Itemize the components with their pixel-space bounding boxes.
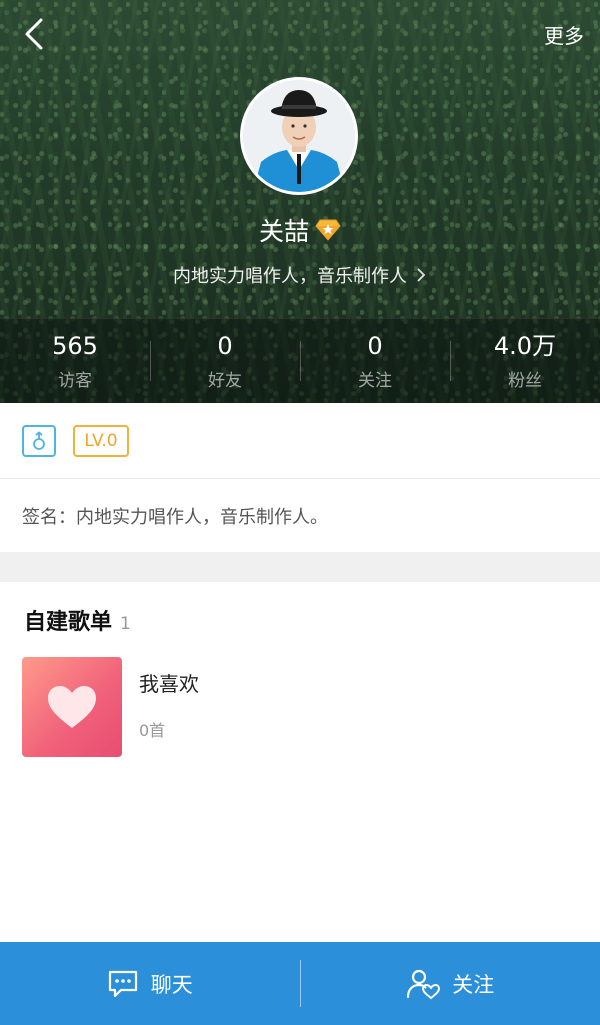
stat-label: 关注 (358, 371, 392, 391)
stats-bar: 565 访客 0 好友 0 关注 4.0万 粉丝 (0, 318, 600, 403)
profile-name: 关喆 (258, 217, 309, 246)
section-title: 自建歌单 (24, 610, 113, 635)
stat-value: 0 (217, 332, 233, 360)
male-gender-icon (33, 431, 45, 450)
stat-friends[interactable]: 0 好友 (150, 319, 300, 403)
playlist-info: 我喜欢 0首 (139, 657, 199, 757)
name-row: 关喆 (0, 212, 600, 248)
profile-header: 更多 关喆 内地实力唱作人，音乐制作人 565 访客 0 好友 0 关注 4.0… (0, 0, 600, 403)
level-badge: LV.0 (73, 425, 129, 457)
stat-visitors[interactable]: 565 访客 (0, 319, 150, 403)
chat-bubble-icon (108, 970, 137, 997)
follow-user-heart-icon (407, 969, 441, 999)
avatar[interactable] (240, 77, 358, 195)
chat-label: 聊天 (150, 972, 193, 997)
stat-value: 4.0万 (493, 332, 557, 360)
gender-badge (22, 425, 56, 457)
back-button[interactable] (14, 14, 54, 54)
stat-following[interactable]: 0 关注 (300, 319, 450, 403)
avatar-portrait (243, 80, 355, 192)
playlists-header: 自建歌单 1 (24, 604, 131, 636)
bio-text: 内地实力唱作人，音乐制作人 (173, 266, 407, 287)
bio-link[interactable]: 内地实力唱作人，音乐制作人 (0, 262, 600, 288)
playlist-item[interactable]: 我喜欢 0首 (22, 657, 582, 757)
playlist-cover (22, 657, 122, 757)
stat-value: 0 (367, 332, 383, 360)
chevron-right-icon (417, 268, 426, 282)
signature-text: 签名：内地实力唱作人，音乐制作人。 (22, 506, 328, 528)
playlist-name: 我喜欢 (139, 671, 199, 696)
bottom-action-bar: 聊天 关注 (0, 942, 600, 1025)
badges-row: LV.0 (0, 403, 600, 479)
follow-button[interactable]: 关注 (301, 942, 600, 1025)
chat-button[interactable]: 聊天 (0, 942, 300, 1025)
stat-label: 访客 (58, 371, 92, 391)
stat-fans[interactable]: 4.0万 粉丝 (450, 319, 600, 403)
heart-icon (48, 686, 96, 728)
back-arrow-icon (25, 18, 43, 50)
stat-label: 粉丝 (508, 371, 542, 391)
section-count: 1 (120, 614, 131, 634)
more-button[interactable]: 更多 (544, 20, 584, 49)
signature-row: 签名：内地实力唱作人，音乐制作人。 (0, 479, 600, 552)
stat-value: 565 (52, 332, 98, 360)
diamond-vip-icon (315, 219, 341, 241)
stat-label: 好友 (208, 371, 242, 391)
section-divider (0, 552, 600, 582)
playlist-track-count: 0首 (139, 720, 166, 740)
follow-label: 关注 (452, 972, 495, 997)
